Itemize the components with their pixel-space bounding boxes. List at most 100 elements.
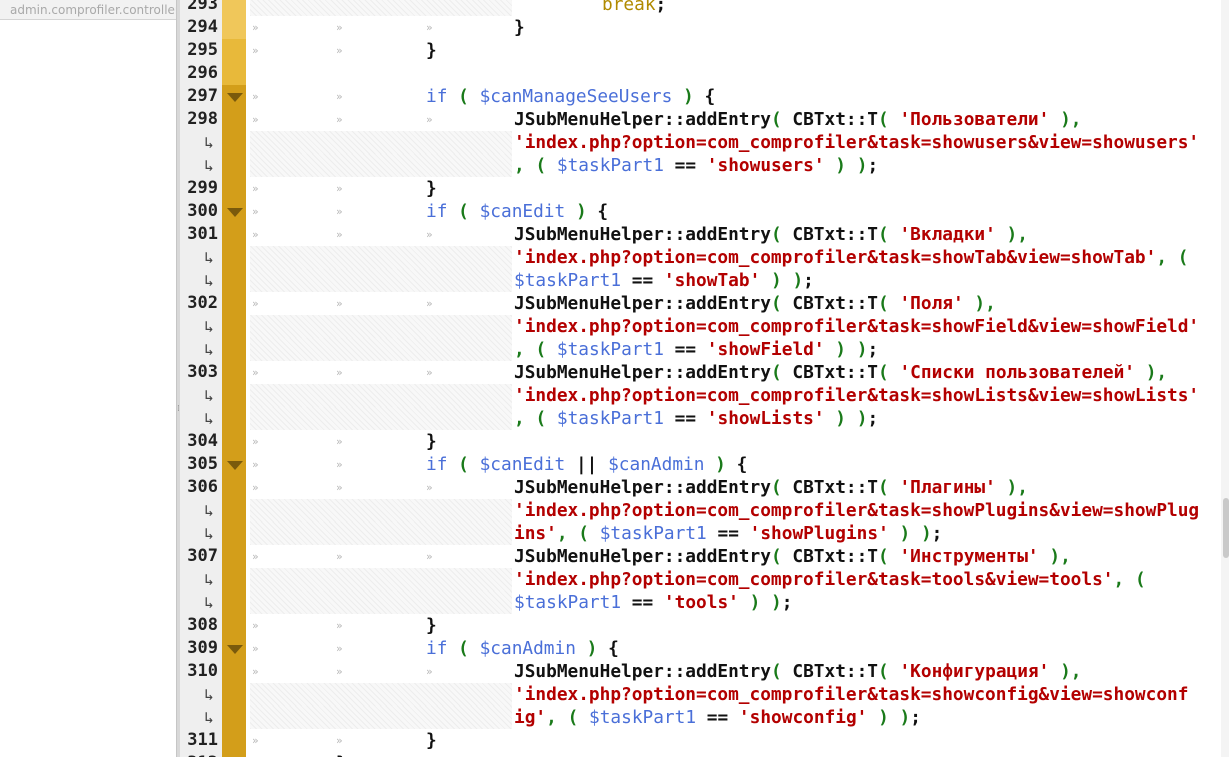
code-text[interactable]: if ( $canAdmin ) { bbox=[426, 637, 619, 660]
code-text[interactable]: 'index.php?option=com_comprofiler&task=s… bbox=[514, 246, 1188, 269]
fold-triangle-icon[interactable] bbox=[227, 93, 243, 102]
code-line[interactable]: 297 » » if ( $canManageSeeUsers ) { bbox=[180, 85, 1221, 108]
code-text[interactable]: , ( $taskPart1 == 'showLists' ) ); bbox=[514, 407, 878, 430]
code-text[interactable]: $taskPart1 == 'showTab' ) ); bbox=[514, 269, 814, 292]
code-text[interactable]: if ( $canEdit ) { bbox=[426, 200, 608, 223]
code-text[interactable]: } bbox=[426, 729, 437, 752]
code-text[interactable]: 'index.php?option=com_comprofiler&task=s… bbox=[514, 683, 1188, 706]
tab-marker: » bbox=[252, 297, 259, 310]
code-text[interactable]: } bbox=[426, 430, 437, 453]
line-number: 310 bbox=[187, 661, 218, 681]
code-line[interactable]: 306»»» JSubMenuHelper::addEntry( CBTxt::T… bbox=[180, 476, 1221, 499]
code-line[interactable]: 295 » »} bbox=[180, 39, 1221, 62]
code-token: , bbox=[1060, 546, 1071, 567]
vertical-scrollbar[interactable] bbox=[1221, 0, 1229, 757]
code-text[interactable]: JSubMenuHelper::addEntry( CBTxt::T( 'Пол… bbox=[514, 108, 1082, 131]
code-text[interactable]: } bbox=[426, 177, 437, 200]
code-text[interactable]: JSubMenuHelper::addEntry( CBTxt::T( 'Спи… bbox=[514, 361, 1167, 384]
code-text[interactable]: 'index.php?option=com_comprofiler&task=s… bbox=[514, 131, 1199, 154]
code-line[interactable]: 307»»» JSubMenuHelper::addEntry( CBTxt::T… bbox=[180, 545, 1221, 568]
wrap-arrow-icon: ↳ bbox=[204, 386, 214, 405]
code-text[interactable]: 'index.php?option=com_comprofiler&task=s… bbox=[514, 315, 1199, 338]
code-token: 'index.php?option=com_comprofiler&task=s… bbox=[514, 247, 1157, 268]
wrapped-line[interactable]: ↳ ig', ( $taskPart1 == 'showconfig' ) ); bbox=[180, 706, 1221, 729]
tab-marker: » bbox=[336, 297, 343, 310]
code-token: ) bbox=[1145, 362, 1157, 383]
wrapped-line[interactable]: ↳ 'index.php?option=com_comprofiler&task=… bbox=[180, 315, 1221, 338]
code-line[interactable]: 300 » » if ( $canEdit ) { bbox=[180, 200, 1221, 223]
wrapped-line[interactable]: ↳ 'index.php?option=com_comprofiler&task=… bbox=[180, 683, 1221, 706]
wrap-indent-area bbox=[250, 568, 512, 591]
code-text[interactable]: JSubMenuHelper::addEntry( CBTxt::T( 'Инс… bbox=[514, 545, 1071, 568]
code-text[interactable]: JSubMenuHelper::addEntry( CBTxt::T( 'Кон… bbox=[514, 660, 1082, 683]
code-text[interactable]: 'index.php?option=com_comprofiler&task=t… bbox=[514, 568, 1146, 591]
wrapped-line[interactable]: ↳, ( $taskPart1 == 'showLists' ) ); bbox=[180, 407, 1221, 430]
code-text[interactable]: 'index.php?option=com_comprofiler&task=s… bbox=[514, 384, 1199, 407]
code-line[interactable]: 312 »} bbox=[180, 752, 1221, 757]
code-token: 'Вкладки' bbox=[899, 224, 996, 245]
wrapped-line[interactable]: ↳ $taskPart1 == 'showTab' ) ); bbox=[180, 269, 1221, 292]
code-token: ) bbox=[878, 707, 889, 728]
code-token: , bbox=[1113, 569, 1125, 590]
code-token: == bbox=[717, 523, 739, 544]
code-line[interactable]: 294 » » »} bbox=[180, 16, 1221, 39]
fold-toggle[interactable] bbox=[222, 85, 246, 108]
code-text[interactable]: JSubMenuHelper::addEntry( CBTxt::T( 'Вкл… bbox=[514, 223, 1028, 246]
code-text[interactable]: } bbox=[426, 614, 437, 637]
code-line[interactable]: 303»»» JSubMenuHelper::addEntry( CBTxt::T… bbox=[180, 361, 1221, 384]
code-text[interactable]: ins', ( $taskPart1 == 'showPlugins' ) ); bbox=[514, 522, 942, 545]
wrapped-line[interactable]: ↳ ins', ( $taskPart1 == 'showPlugins' ) )… bbox=[180, 522, 1221, 545]
fold-toggle[interactable] bbox=[222, 453, 246, 476]
code-text[interactable]: , ( $taskPart1 == 'showField' ) ); bbox=[514, 338, 878, 361]
code-text[interactable]: break; bbox=[602, 0, 666, 16]
code-line[interactable]: 304 » »} bbox=[180, 430, 1221, 453]
code-token: || bbox=[575, 454, 598, 475]
fold-triangle-icon[interactable] bbox=[227, 208, 243, 217]
code-text[interactable]: } bbox=[426, 39, 437, 62]
wrapped-line[interactable]: ↳ 'index.php?option=com_comprofiler&task=… bbox=[180, 384, 1221, 407]
wrapped-line[interactable]: ↳ 'index.php?option=com_comprofiler&task=… bbox=[180, 568, 1221, 591]
code-token: ) bbox=[575, 201, 587, 222]
code-line[interactable]: 298»»» JSubMenuHelper::addEntry( CBTxt::T… bbox=[180, 108, 1221, 131]
file-list-item[interactable]: admin.comprofiler.controller.php bbox=[0, 0, 176, 20]
wrapped-line[interactable]: 293 break; bbox=[180, 0, 1221, 16]
code-text[interactable]: JSubMenuHelper::addEntry( CBTxt::T( 'Пол… bbox=[514, 292, 996, 315]
wrapped-line[interactable]: ↳, ( $taskPart1 == 'showField' ) ); bbox=[180, 338, 1221, 361]
code-text[interactable]: ig', ( $taskPart1 == 'showconfig' ) ); bbox=[514, 706, 921, 729]
code-text[interactable]: } bbox=[514, 16, 525, 39]
code-editor[interactable]: 293 break; 294 » » »} 295 » »} 296 297 » » if ( $canM… bbox=[180, 0, 1229, 757]
fold-triangle-icon[interactable] bbox=[227, 461, 243, 470]
wrapped-line[interactable]: ↳ 'index.php?option=com_comprofiler&task=… bbox=[180, 246, 1221, 269]
code-line[interactable]: 309 » » if ( $canAdmin ) { bbox=[180, 637, 1221, 660]
code-line[interactable]: 299 » »} bbox=[180, 177, 1221, 200]
code-token: ig' bbox=[514, 707, 547, 728]
code-line[interactable]: 301»»» JSubMenuHelper::addEntry( CBTxt::T… bbox=[180, 223, 1221, 246]
code-text[interactable]: if ( $canManageSeeUsers ) { bbox=[426, 85, 715, 108]
wrapped-line[interactable]: ↳ 'index.php?option=com_comprofiler&task=… bbox=[180, 499, 1221, 522]
fold-toggle[interactable] bbox=[222, 637, 246, 660]
code-line[interactable]: 302»»» JSubMenuHelper::addEntry( CBTxt::T… bbox=[180, 292, 1221, 315]
code-text[interactable]: , ( $taskPart1 == 'showusers' ) ); bbox=[514, 154, 878, 177]
fold-toggle[interactable] bbox=[222, 200, 246, 223]
code-text[interactable]: 'index.php?option=com_comprofiler&task=s… bbox=[514, 499, 1199, 522]
tab-marker: » bbox=[252, 458, 259, 471]
code-line[interactable]: 296 bbox=[180, 62, 1221, 85]
scrollbar-thumb[interactable] bbox=[1223, 498, 1229, 558]
wrapped-line[interactable]: ↳, ( $taskPart1 == 'showusers' ) ); bbox=[180, 154, 1221, 177]
wrapped-line[interactable]: ↳ 'index.php?option=com_comprofiler&task=… bbox=[180, 131, 1221, 154]
code-text[interactable]: JSubMenuHelper::addEntry( CBTxt::T( 'Пла… bbox=[514, 476, 1028, 499]
code-line[interactable]: 310»»» JSubMenuHelper::addEntry( CBTxt::T… bbox=[180, 660, 1221, 683]
fold-triangle-icon[interactable] bbox=[227, 645, 243, 654]
code-text[interactable]: if ( $canEdit || $canAdmin ) { bbox=[426, 453, 747, 476]
wrapped-line[interactable]: ↳ $taskPart1 == 'tools' ) ); bbox=[180, 591, 1221, 614]
code-text[interactable]: } bbox=[336, 752, 347, 757]
code-line[interactable]: 305 » » if ( $canEdit || $canAdmin ) { bbox=[180, 453, 1221, 476]
code-line[interactable]: 311 » »} bbox=[180, 729, 1221, 752]
code-line[interactable]: 308 » »} bbox=[180, 614, 1221, 637]
code-text[interactable]: $taskPart1 == 'tools' ) ); bbox=[514, 591, 792, 614]
code-token: ( bbox=[458, 638, 469, 659]
